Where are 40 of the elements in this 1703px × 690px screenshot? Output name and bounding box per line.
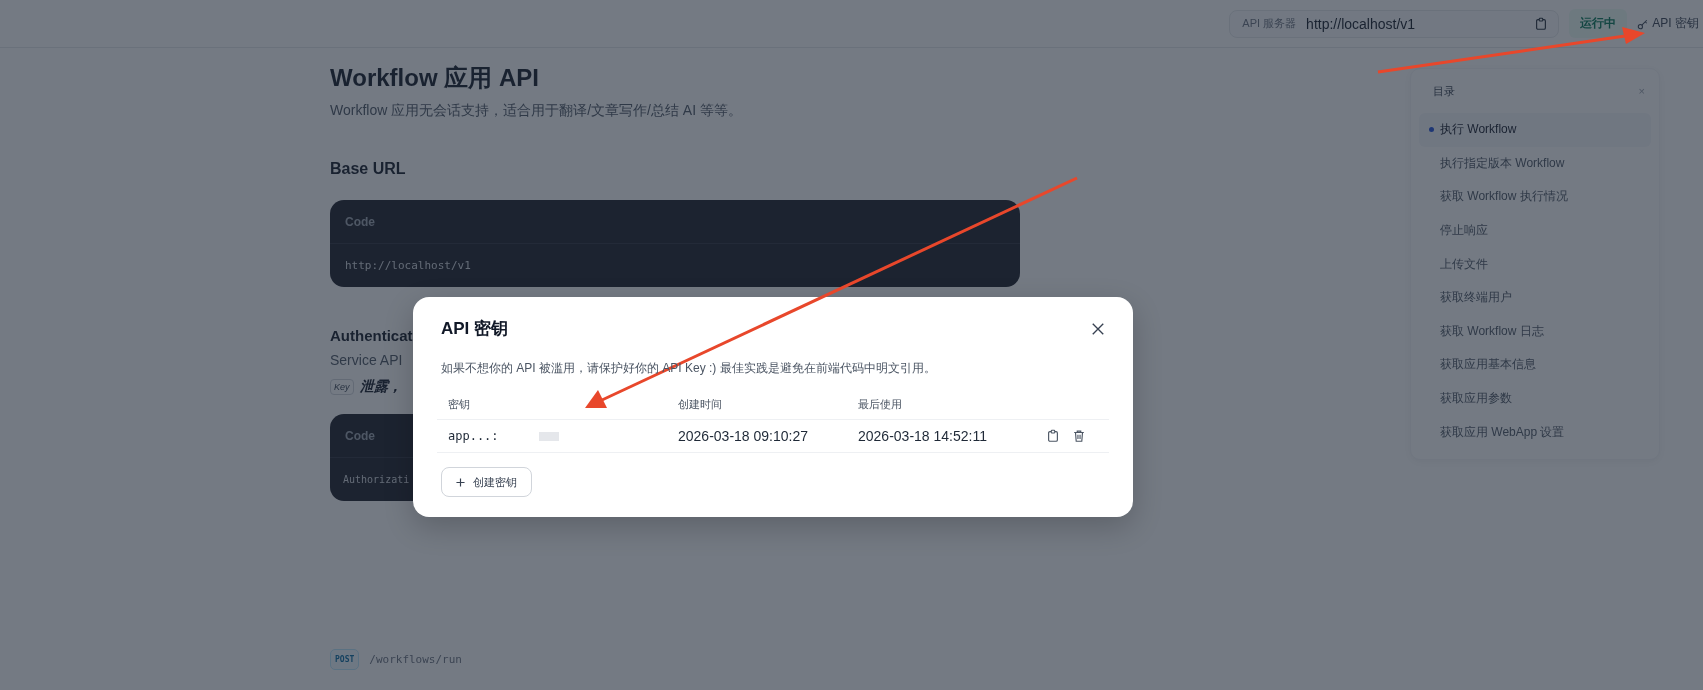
close-icon[interactable] (1091, 321, 1105, 336)
server-url: http://localhost/v1 (1306, 15, 1417, 32)
toc-item[interactable]: 获取应用参数 (1419, 381, 1651, 416)
toc-item[interactable]: 获取 Workflow 执行情况 (1419, 180, 1651, 214)
key-icon (1637, 17, 1650, 30)
table-cell-text: 2026-03-18 14:52:11 (858, 428, 988, 444)
toc-title: 目录 (1433, 83, 1455, 99)
section-heading: Authenticat (330, 327, 413, 344)
clipboard-icon[interactable] (1534, 16, 1549, 31)
toc-item[interactable]: 获取终端用户 (1419, 280, 1651, 315)
trash-icon[interactable] (1072, 429, 1086, 443)
table-cell-text: 2026-03-18 09:10:27 (678, 428, 809, 444)
code-text: Authorizati (343, 474, 410, 485)
toc-item[interactable]: 获取应用基本信息 (1419, 348, 1651, 382)
create-key-button[interactable]: 创建密钥 (441, 467, 532, 497)
warning-text: 泄露， (359, 378, 402, 396)
clipboard-icon[interactable] (1046, 429, 1060, 443)
section-heading: Base URL (330, 160, 406, 178)
auth-text: Service API (330, 352, 403, 368)
api-key-link[interactable]: API 密钥 (1637, 15, 1699, 32)
toc-item[interactable]: 获取 Workflow 日志 (1419, 314, 1651, 349)
dialog-title: API 密钥 (441, 318, 509, 340)
page-title: Workflow 应用 API (330, 63, 539, 93)
code-text: http://localhost/v1 (345, 259, 471, 272)
column-header: 创建时间 (678, 396, 723, 412)
column-header: 最后使用 (858, 396, 903, 412)
key-badge: Key (330, 379, 354, 395)
toc-item[interactable]: 停止响应 (1419, 213, 1651, 248)
plus-icon (456, 477, 465, 487)
table-cell: app...: (448, 429, 499, 443)
endpoint-path: /workflows/run (369, 653, 462, 666)
toc-item[interactable]: 执行 Workflow (1419, 113, 1651, 147)
toc-item[interactable]: 获取应用 WebApp 设置 (1419, 415, 1651, 449)
column-header: 密钥 (448, 396, 471, 412)
page-subtitle: Workflow 应用无会话支持，适合用于翻译/文章写作/总结 AI 等等。 (330, 102, 742, 120)
redaction-mark (538, 431, 559, 441)
close-icon[interactable]: × (1638, 85, 1645, 97)
status-badge: 运行中 (1569, 9, 1628, 38)
method-badge: POST (330, 649, 360, 670)
toc-item[interactable]: 执行指定版本 Workflow (1419, 146, 1651, 181)
